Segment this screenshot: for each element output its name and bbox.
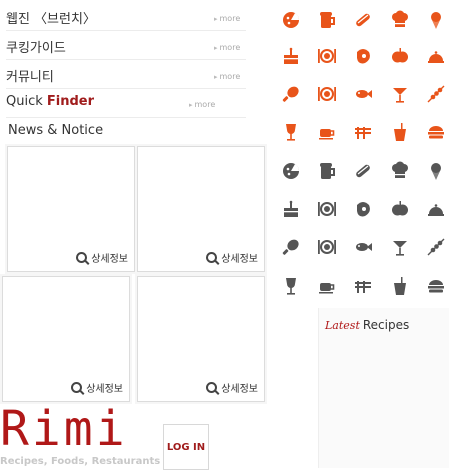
burger-icon[interactable] xyxy=(426,276,446,296)
more-link[interactable]: more xyxy=(214,72,241,81)
latest-italic: Latest xyxy=(325,319,360,332)
drumstick-icon[interactable] xyxy=(281,84,301,104)
wine-icon[interactable] xyxy=(281,122,301,142)
content-card[interactable]: 상세정보 xyxy=(7,146,135,272)
more-link[interactable]: more xyxy=(189,100,216,109)
plate-cutlery-icon[interactable] xyxy=(317,84,337,104)
fish-icon[interactable] xyxy=(353,237,373,257)
cake-icon[interactable] xyxy=(281,46,301,66)
chef-hat-icon[interactable] xyxy=(390,161,410,181)
finder-text: Finder xyxy=(46,94,95,109)
divider xyxy=(6,59,246,60)
detail-label: 상세정보 xyxy=(86,384,123,395)
noodles-icon[interactable] xyxy=(353,276,373,296)
apple-icon[interactable] xyxy=(390,46,410,66)
drumstick-icon[interactable] xyxy=(281,237,301,257)
detail-link[interactable]: 상세정보 xyxy=(206,250,258,265)
detail-label: 상세정보 xyxy=(91,254,128,265)
hotdog-icon[interactable] xyxy=(353,161,373,181)
detail-link[interactable]: 상세정보 xyxy=(71,380,123,395)
divider xyxy=(6,88,246,89)
news-notice-title: News & Notice xyxy=(8,123,104,138)
cloche-icon[interactable] xyxy=(426,199,446,219)
plate-cutlery-icon[interactable] xyxy=(317,199,337,219)
noodles-icon[interactable] xyxy=(353,122,373,142)
coffee-icon[interactable] xyxy=(317,122,337,142)
search-icon xyxy=(71,382,83,393)
divider xyxy=(6,117,246,118)
steak-icon[interactable] xyxy=(353,199,373,219)
logo-subtitle: Recipes, Foods, Restaurants xyxy=(0,456,161,467)
cocktail-icon[interactable] xyxy=(390,84,410,104)
pizza-icon[interactable] xyxy=(281,161,301,181)
cocktail-icon[interactable] xyxy=(390,237,410,257)
menu-item-quick-finder[interactable]: Quick Finder more xyxy=(6,92,246,116)
detail-label: 상세정보 xyxy=(221,254,258,265)
burger-icon[interactable] xyxy=(426,122,446,142)
soda-icon[interactable] xyxy=(390,122,410,142)
divider xyxy=(6,30,246,31)
menu-label: 쿠킹가이드 xyxy=(6,41,66,56)
news-notice-header[interactable]: News & Notice xyxy=(6,121,246,145)
content-card[interactable]: 상세정보 xyxy=(137,146,265,272)
soda-icon[interactable] xyxy=(390,276,410,296)
search-icon xyxy=(206,252,218,263)
cake-icon[interactable] xyxy=(281,199,301,219)
beer-icon[interactable] xyxy=(317,161,337,181)
steak-icon[interactable] xyxy=(353,46,373,66)
latest-label: Recipes xyxy=(362,318,410,332)
skewer-icon[interactable] xyxy=(426,84,446,104)
fish-icon[interactable] xyxy=(353,84,373,104)
apple-icon[interactable] xyxy=(390,199,410,219)
plate-cutlery-icon[interactable] xyxy=(317,237,337,257)
search-icon xyxy=(76,252,88,263)
ice-cream-icon[interactable] xyxy=(426,161,446,181)
menu-label: 커뮤니티 xyxy=(6,70,54,85)
detail-label: 상세정보 xyxy=(221,384,258,395)
ice-cream-icon[interactable] xyxy=(426,10,446,30)
more-link[interactable]: more xyxy=(214,43,241,52)
wine-icon[interactable] xyxy=(281,276,301,296)
pizza-icon[interactable] xyxy=(281,10,301,30)
latest-recipes-panel: Latest Recipes xyxy=(318,308,449,468)
content-card[interactable]: 상세정보 xyxy=(2,276,130,402)
beer-icon[interactable] xyxy=(317,10,337,30)
detail-link[interactable]: 상세정보 xyxy=(206,380,258,395)
menu-item-cooking-guide[interactable]: 쿠킹가이드 more xyxy=(6,35,246,59)
plate-cutlery-icon[interactable] xyxy=(317,46,337,66)
coffee-icon[interactable] xyxy=(317,276,337,296)
menu-item-community[interactable]: 커뮤니티 more xyxy=(6,64,246,88)
skewer-icon[interactable] xyxy=(426,237,446,257)
hotdog-icon[interactable] xyxy=(353,10,373,30)
chef-hat-icon[interactable] xyxy=(390,10,410,30)
latest-recipes-title: Latest Recipes xyxy=(325,318,409,332)
quick-text: Quick xyxy=(6,94,43,109)
detail-link[interactable]: 상세정보 xyxy=(76,250,128,265)
content-card[interactable]: 상세정보 xyxy=(137,276,265,402)
rimi-logo[interactable]: Rimi xyxy=(0,405,128,453)
menu-item-webzine[interactable]: 웹진 〈브런치〉 more xyxy=(6,6,246,30)
menu-label: 웹진 〈브런치〉 xyxy=(6,12,96,27)
login-button[interactable]: LOG IN xyxy=(163,424,209,470)
cloche-icon[interactable] xyxy=(426,46,446,66)
quick-finder-title: Quick Finder xyxy=(6,94,94,109)
search-icon xyxy=(206,382,218,393)
more-link[interactable]: more xyxy=(214,14,241,23)
